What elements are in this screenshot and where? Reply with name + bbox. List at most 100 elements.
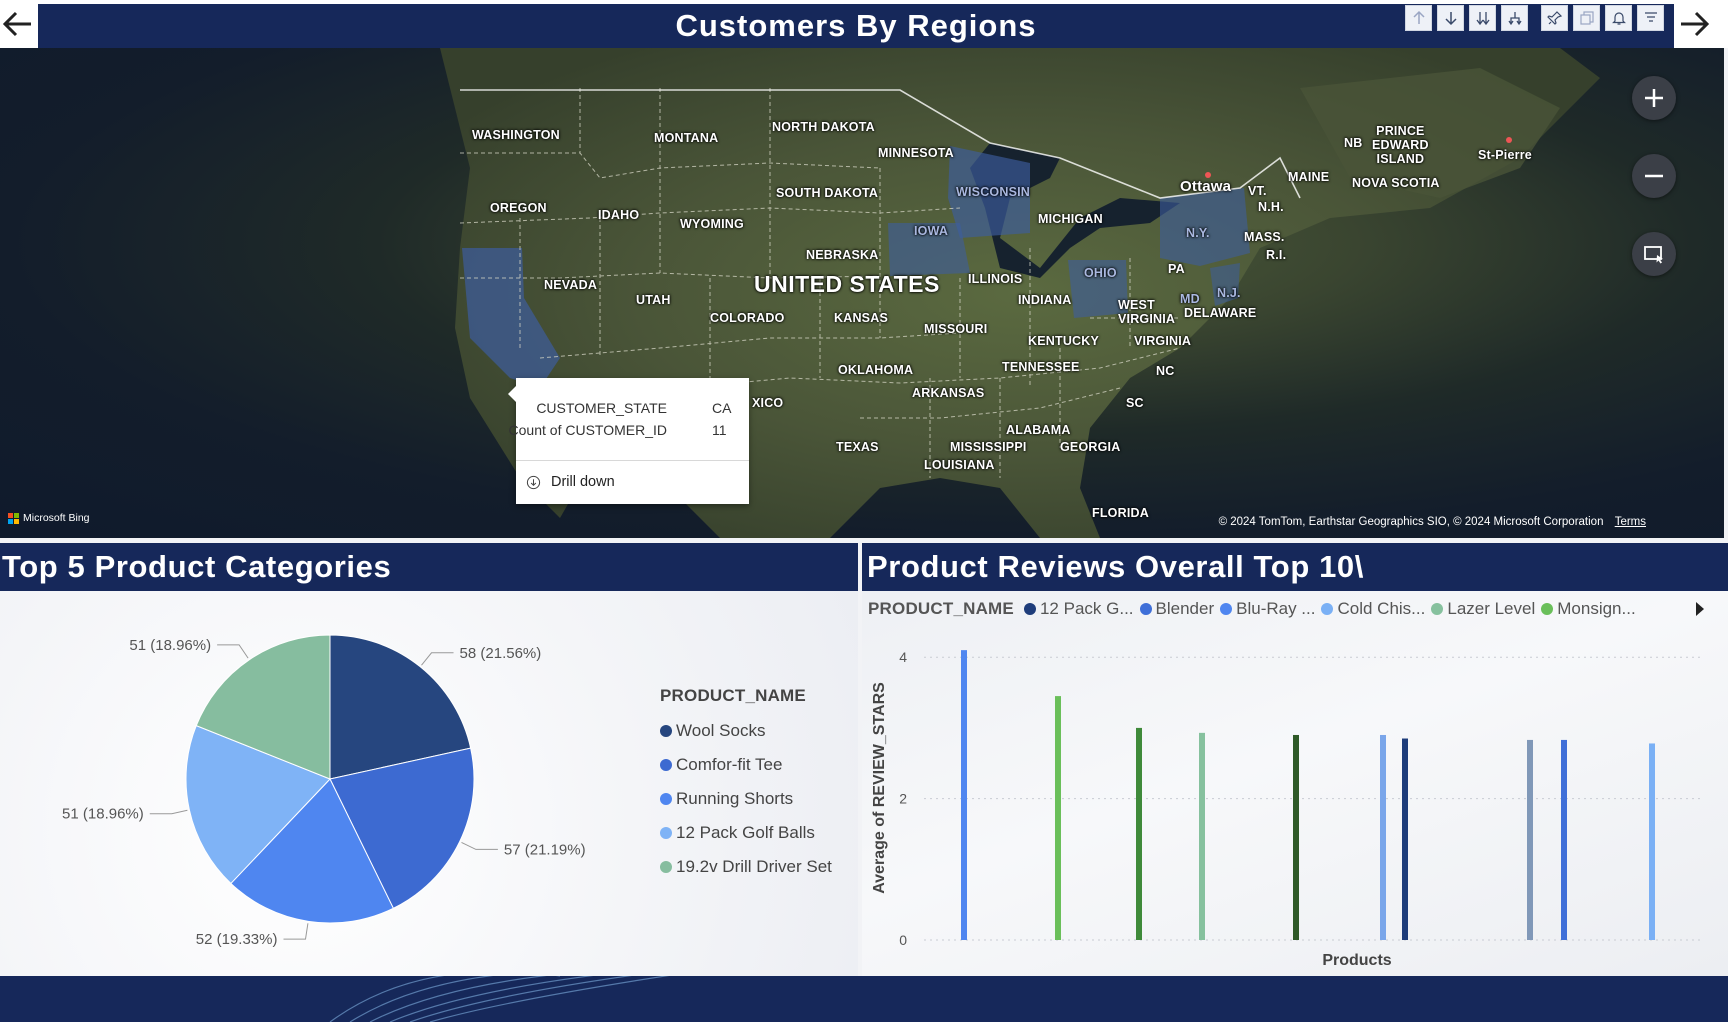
pie-legend-item[interactable]: Running Shorts: [660, 782, 832, 816]
pie-data-label-1: 57 (21.19%): [504, 841, 586, 858]
expand-hierarchy-button[interactable]: [1501, 5, 1528, 31]
tooltip-value: CA: [712, 400, 732, 416]
map-label-wisconsin: WISCONSIN: [956, 185, 1031, 199]
pie-legend-item[interactable]: Comfor-fit Tee: [660, 748, 832, 782]
zoom-out-button[interactable]: [1632, 154, 1676, 198]
review-bar-6[interactable]: [1402, 738, 1408, 940]
pie-legend-item[interactable]: Wool Socks: [660, 714, 832, 748]
copy-visual-button[interactable]: [1573, 5, 1600, 31]
pie-chart-panel: 58 (21.56%) 57 (21.19%) 52 (19.33%) 51 (18.…: [0, 591, 858, 976]
bing-label: Microsoft Bing: [23, 512, 90, 524]
pie-legend-title: PRODUCT_NAME: [660, 686, 806, 705]
bar-legend-item[interactable]: Monsign...: [1541, 599, 1636, 619]
map-label-virginia: VIRGINIA: [1134, 334, 1192, 348]
review-bar-2[interactable]: [1136, 727, 1142, 940]
forward-button[interactable]: [1676, 4, 1712, 44]
expand-hierarchy-icon: [1507, 12, 1522, 26]
drill-down-toggle-button[interactable]: [1437, 5, 1464, 31]
map-label-ottawa: Ottawa: [1180, 178, 1232, 195]
review-bar-4[interactable]: [1293, 734, 1299, 940]
filter-button[interactable]: [1637, 5, 1664, 31]
map-label-illinois: ILLINOIS: [968, 272, 1023, 286]
bar-chart-panel: PRODUCT_NAME 12 Pack G... Blender Blu-Ray …: [862, 591, 1728, 976]
tooltip-row-state: CUSTOMER_STATE CA: [516, 400, 749, 420]
map-label-nc: NC: [1156, 364, 1175, 378]
tooltip-key: CUSTOMER_STATE: [536, 400, 667, 416]
bar-legend-item[interactable]: Lazer Level: [1431, 599, 1535, 619]
bar-chart-title: Product Reviews Overall Top 10\: [862, 543, 1728, 591]
bar-legend-item[interactable]: Blu-Ray ...: [1220, 599, 1315, 619]
review-bar-8[interactable]: [1561, 739, 1567, 940]
map-label-kentucky: KENTUCKY: [1028, 334, 1100, 348]
bar-legend: PRODUCT_NAME 12 Pack G... Blender Blu-Ray …: [868, 599, 1642, 619]
map-attribution: © 2024 TomTom, Earthstar Geographics SIO…: [1219, 516, 1646, 528]
y-tick-label: 2: [899, 791, 907, 807]
pie-leader-line-0: [421, 652, 454, 666]
review-bar-1[interactable]: [1055, 696, 1061, 940]
legend-dot-icon: [1139, 603, 1152, 615]
map-label-md: MD: [1180, 292, 1200, 306]
pie-leader-line-1: [461, 842, 498, 850]
map-label-vt: VT.: [1248, 184, 1267, 198]
alert-button[interactable]: [1605, 5, 1632, 31]
map-label-south-dakota: SOUTH DAKOTA: [776, 186, 879, 200]
review-bar-9[interactable]: [1649, 743, 1655, 940]
map-label-north-dakota: NORTH DAKOTA: [772, 120, 875, 134]
pie-legend-label: Wool Socks: [676, 721, 766, 740]
bar-legend-title: PRODUCT_NAME: [868, 599, 1014, 618]
pin-visual-button[interactable]: [1541, 5, 1568, 31]
footer-bar: [0, 976, 1728, 1022]
zoom-in-button[interactable]: [1632, 76, 1676, 120]
map-visual[interactable]: WASHINGTON MONTANA NORTH DAKOTA MINNESOT…: [0, 48, 1724, 538]
map-label-georgia: GEORGIA: [1060, 440, 1121, 454]
pie-legend-item[interactable]: 12 Pack Golf Balls: [660, 816, 832, 850]
map-label-nb: NB: [1344, 136, 1363, 150]
pie-data-label-0: 58 (21.56%): [460, 645, 542, 662]
drill-down-button[interactable]: Drill down: [526, 474, 615, 490]
arrow-left-icon: [2, 11, 31, 37]
map-label-nh: N.H.: [1258, 200, 1284, 214]
map-label-texas: TEXAS: [836, 440, 879, 454]
review-bar-5[interactable]: [1380, 734, 1386, 940]
double-arrow-down-icon: [1475, 12, 1490, 26]
back-button[interactable]: [0, 4, 36, 44]
bar-chart[interactable]: 0 2 4 Average of REVIEW_STARS Products: [862, 591, 1728, 976]
map-label-nova-scotia: NOVA SCOTIA: [1352, 176, 1440, 190]
pie-legend-label: 19.2v Drill Driver Set: [676, 857, 832, 876]
review-bar-0[interactable]: [961, 650, 967, 940]
bar-legend-label: Cold Chis...: [1337, 599, 1426, 618]
legend-dot-icon: [660, 793, 672, 805]
pie-leader-line-3: [149, 809, 188, 815]
tooltip-row-count: Count of CUSTOMER_ID 11: [509, 422, 749, 442]
bar-legend-item[interactable]: 12 Pack G...: [1023, 599, 1134, 619]
next-level-button[interactable]: [1469, 5, 1496, 31]
map-label-maine: MAINE: [1288, 170, 1330, 184]
terms-link[interactable]: Terms: [1615, 516, 1646, 528]
review-bar-3[interactable]: [1199, 732, 1205, 940]
pie-data-label-3: 51 (18.96%): [62, 806, 144, 823]
map-label-wyoming: WYOMING: [680, 217, 744, 231]
map-label-louisiana: LOUISIANA: [924, 458, 995, 472]
review-bar-7[interactable]: [1527, 739, 1533, 940]
legend-dot-icon: [660, 827, 672, 839]
select-region-button[interactable]: [1632, 232, 1676, 276]
map-label-alabama: ALABAMA: [1006, 423, 1071, 437]
arrow-down-icon: [1444, 12, 1457, 26]
drill-up-button[interactable]: [1405, 5, 1432, 31]
y-tick-label: 4: [899, 649, 907, 665]
map-label-pei: PRINCE EDWARD ISLAND: [1372, 124, 1429, 166]
map-tooltip: CUSTOMER_STATE CA Count of CUSTOMER_ID 1…: [508, 378, 749, 504]
select-region-icon: [1644, 246, 1663, 264]
bar-legend-item[interactable]: Cold Chis...: [1321, 599, 1425, 619]
map-label-united-states: UNITED STATES: [754, 271, 940, 297]
bar-legend-label: 12 Pack G...: [1039, 599, 1134, 618]
pie-legend-item[interactable]: 19.2v Drill Driver Set: [660, 850, 832, 884]
copy-icon: [1579, 11, 1594, 25]
map-label-missouri: MISSOURI: [924, 322, 988, 336]
y-tick-label: 0: [899, 932, 907, 948]
map-label-mass: MASS.: [1244, 230, 1285, 244]
drill-down-icon: [526, 475, 541, 489]
legend-next-arrow-icon[interactable]: [1696, 602, 1704, 616]
bar-legend-item[interactable]: Blender: [1139, 599, 1214, 619]
pie-legend-label: 12 Pack Golf Balls: [676, 823, 815, 842]
